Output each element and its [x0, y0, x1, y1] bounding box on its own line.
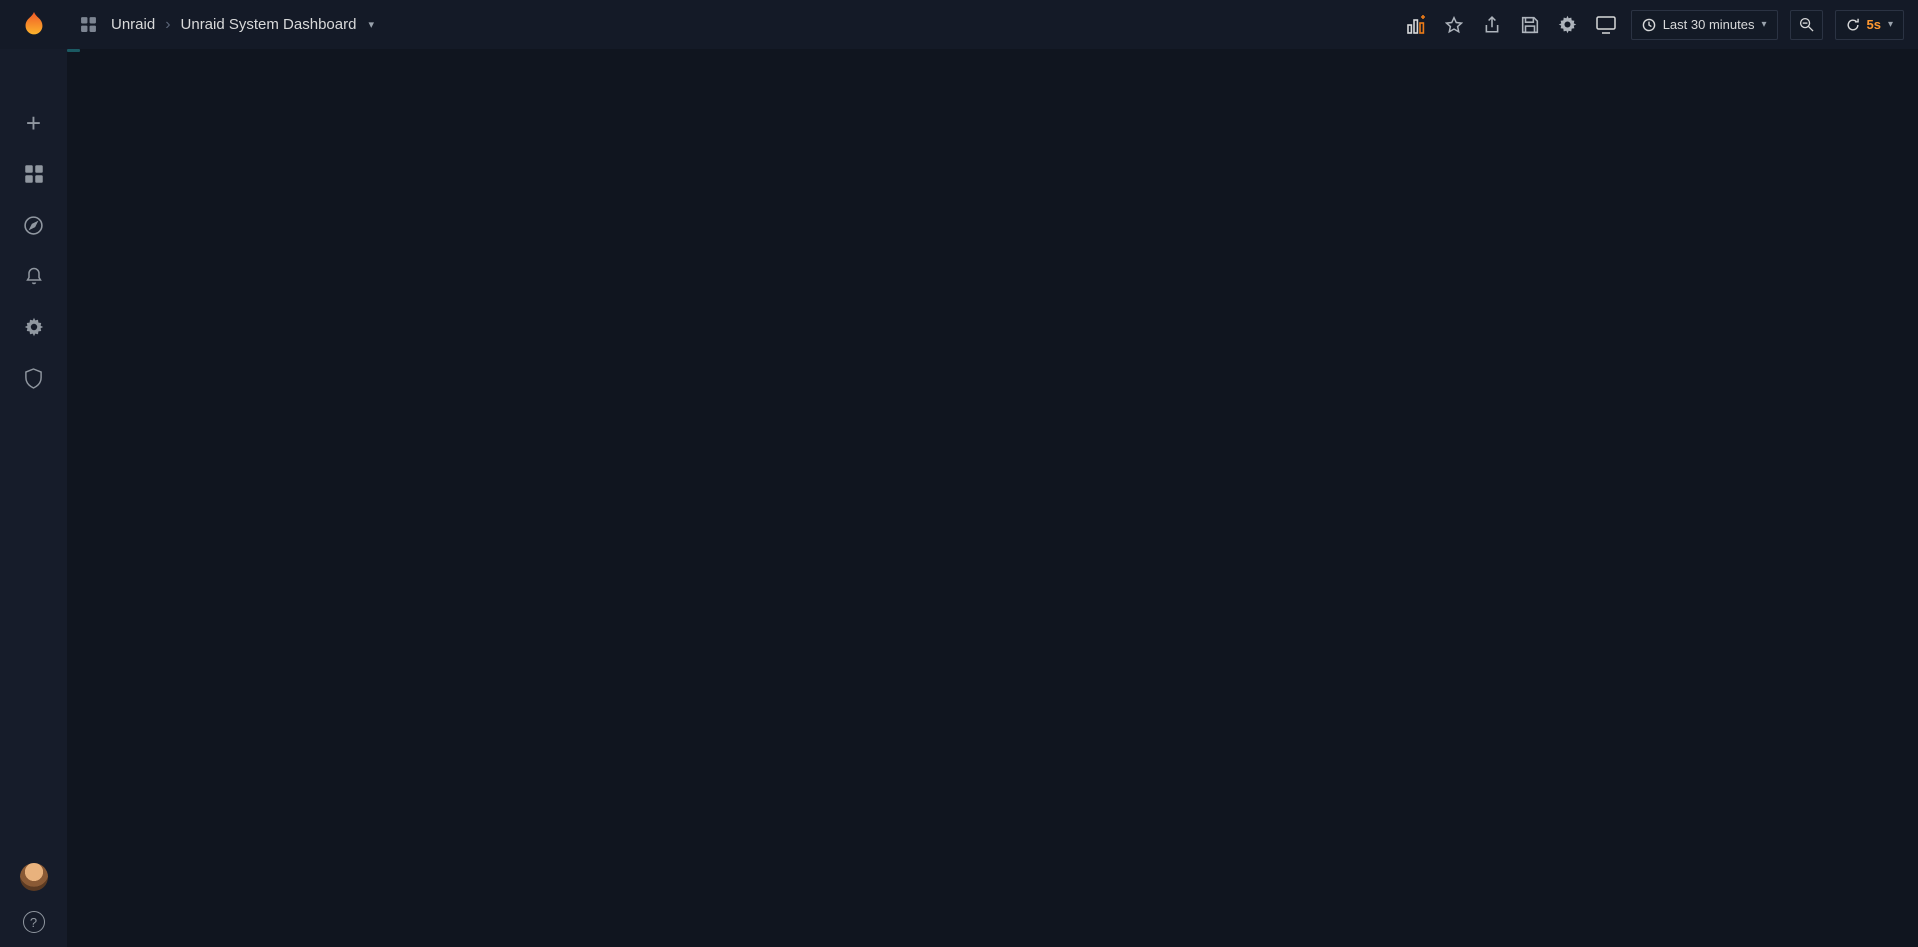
apps-grid-icon[interactable]: [75, 12, 101, 38]
grafana-flame-icon: [19, 10, 49, 40]
sidebar-explore-compass-icon[interactable]: [22, 213, 46, 237]
breadcrumb-app[interactable]: Unraid: [111, 16, 155, 33]
grafana-logo[interactable]: [0, 0, 67, 49]
time-range-caret-icon: ▾: [1761, 19, 1766, 30]
share-button[interactable]: [1479, 12, 1505, 38]
navbar: Unraid › Unraid System Dashboard ▾ Last …: [0, 0, 1918, 49]
tv-cycle-view-button[interactable]: [1593, 12, 1619, 38]
time-range-picker[interactable]: Last 30 minutes ▾: [1631, 10, 1778, 40]
refresh-caret-icon: ▾: [1888, 19, 1893, 30]
dashboard-title[interactable]: Unraid System Dashboard: [181, 16, 357, 33]
dashboard-title-caret-icon[interactable]: ▾: [368, 18, 374, 31]
sidebar-server-admin-shield-icon[interactable]: [22, 366, 46, 390]
sidebar-create-plus-icon[interactable]: +: [22, 111, 46, 135]
refresh-button[interactable]: 5s ▾: [1835, 10, 1905, 40]
add-panel-button[interactable]: [1403, 12, 1429, 38]
breadcrumb-separator-icon: ›: [165, 16, 170, 34]
sidebar-alerting-bell-icon[interactable]: [22, 264, 46, 288]
time-range-label: Last 30 minutes: [1663, 17, 1755, 32]
save-button[interactable]: [1517, 12, 1543, 38]
sidebar-configuration-gear-icon[interactable]: [22, 315, 46, 339]
zoom-out-button[interactable]: [1790, 10, 1823, 40]
sidebar-bottom: ?: [20, 863, 48, 933]
help-icon[interactable]: ?: [23, 911, 45, 933]
user-avatar[interactable]: [20, 863, 48, 891]
dashboard-canvas: kWh Price0.65▾Currencykr▾UPS Max Output …: [67, 49, 80, 52]
zoom-out-icon: [1799, 17, 1814, 32]
refresh-icon: [1846, 18, 1860, 32]
clock-icon: [1642, 18, 1656, 32]
refresh-interval-label: 5s: [1867, 17, 1881, 32]
breadcrumb: Unraid › Unraid System Dashboard ▾: [67, 12, 374, 38]
sidebar-dashboards-icon[interactable]: [22, 162, 46, 186]
star-button[interactable]: [1441, 12, 1467, 38]
navbar-actions: Last 30 minutes ▾ 5s ▾: [1403, 10, 1918, 40]
sidebar: + ?: [0, 49, 67, 947]
dashboard-settings-gear-icon[interactable]: [1555, 12, 1581, 38]
